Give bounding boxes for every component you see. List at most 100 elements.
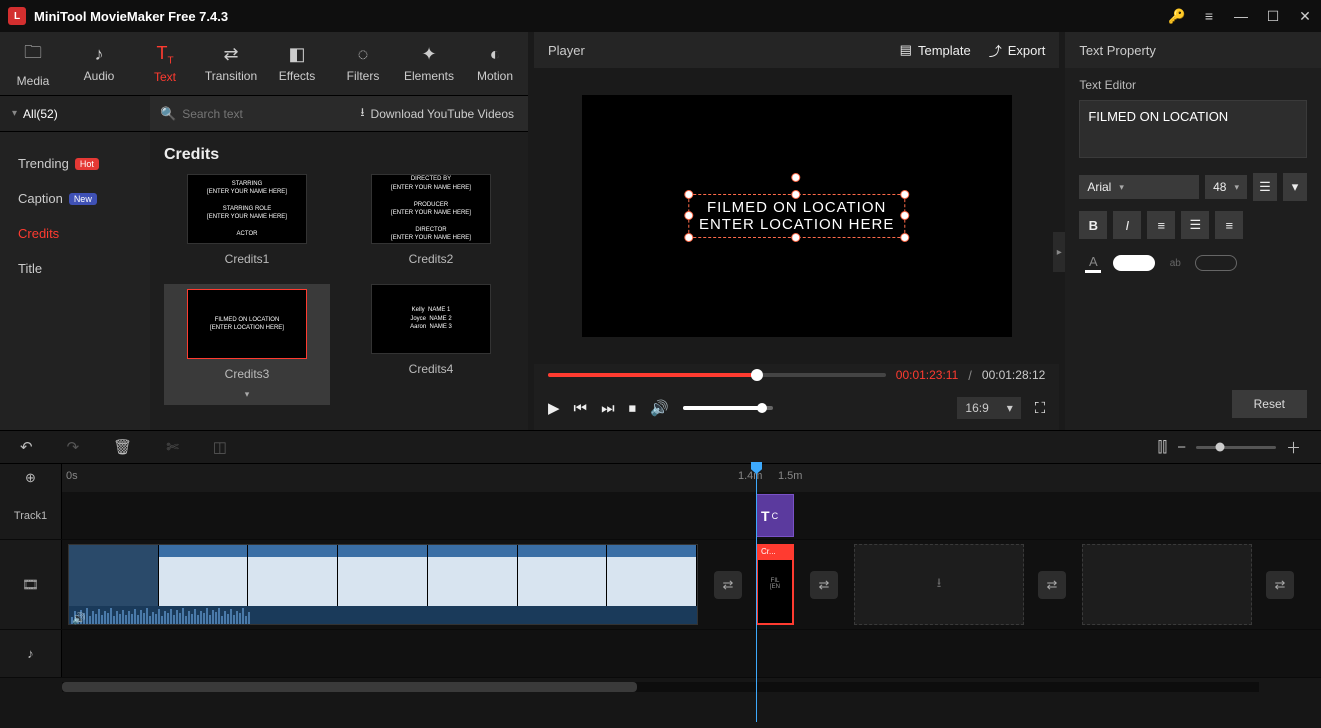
template-credits4[interactable]: Kelly NAME 1Joyce NAME 2Aaron NAME 3 Cre…	[348, 284, 514, 405]
split-button[interactable]: ✄	[166, 438, 179, 456]
library-subbar: All(52) 🔍 ⭳Download YouTube Videos	[0, 96, 528, 132]
volume-button[interactable]: 🔊	[650, 399, 669, 417]
empty-slot[interactable]	[1082, 544, 1252, 625]
close-button[interactable]: ✕	[1297, 8, 1313, 25]
resize-handle[interactable]	[900, 233, 909, 242]
audio-track-icon[interactable]: ♪	[0, 630, 62, 677]
video-clip[interactable]	[68, 544, 698, 625]
font-size-select[interactable]: 48	[1205, 175, 1247, 199]
reset-button[interactable]: Reset	[1232, 390, 1307, 418]
empty-slot[interactable]: ⭳	[854, 544, 1024, 625]
timeline-scrollbar[interactable]	[62, 682, 1259, 692]
transition-slot[interactable]: ⇄	[1266, 571, 1294, 599]
cat-title[interactable]: Title	[0, 251, 150, 286]
delete-button[interactable]: 🗑	[113, 438, 132, 456]
export-icon: ⤴	[989, 41, 1002, 60]
tab-effects[interactable]: ◧Effects	[264, 32, 330, 95]
menu-icon[interactable]: ≡	[1201, 8, 1217, 24]
text-track: Track1 TC	[0, 492, 1321, 540]
text-clip[interactable]: TC	[756, 494, 794, 537]
download-youtube-button[interactable]: ⭳Download YouTube Videos	[346, 103, 528, 124]
bold-button[interactable]: B	[1079, 211, 1107, 239]
template-credits2[interactable]: DIRECTED BY[ENTER YOUR NAME HERE]PRODUCE…	[348, 174, 514, 266]
add-track-button[interactable]: ⊕	[0, 464, 62, 492]
search-input[interactable]	[182, 107, 302, 121]
collapse-panel-button[interactable]: ▸	[1053, 232, 1065, 272]
crop-button[interactable]: ◫	[213, 438, 227, 456]
template-button[interactable]: ▤Template	[900, 42, 971, 58]
align-center-button[interactable]: ☰	[1181, 211, 1209, 239]
credits-clip[interactable]: Cr... FIL[EN	[756, 544, 794, 625]
fit-timeline-button[interactable]: ⫿⫿	[1158, 439, 1168, 456]
highlight-color-swatch[interactable]	[1195, 255, 1237, 271]
highlight-color-button[interactable]: ab	[1161, 249, 1189, 277]
resize-handle[interactable]	[684, 190, 693, 199]
text-content-input[interactable]	[1079, 100, 1307, 158]
playhead[interactable]	[756, 464, 757, 722]
key-icon[interactable]: 🔑	[1169, 8, 1185, 25]
rotate-handle[interactable]	[792, 173, 801, 182]
aspect-dropdown[interactable]: 16:9▾	[957, 397, 1020, 419]
text-color-swatch[interactable]	[1113, 255, 1155, 271]
transition-slot[interactable]: ⇄	[1038, 571, 1066, 599]
cat-credits[interactable]: Credits	[0, 216, 150, 251]
category-all-dropdown[interactable]: All(52)	[0, 96, 150, 131]
align-right-button[interactable]: ≡	[1215, 211, 1243, 239]
tab-audio[interactable]: ♪Audio	[66, 32, 132, 95]
tab-motion[interactable]: ◐Motion	[462, 32, 528, 95]
zoom-in-button[interactable]: ＋	[1286, 437, 1301, 458]
scrub-track[interactable]	[548, 373, 886, 377]
scrub-knob[interactable]	[751, 369, 763, 381]
resize-handle[interactable]	[792, 190, 801, 199]
cat-trending[interactable]: TrendingHot	[0, 146, 150, 181]
time-total: 00:01:28:12	[982, 368, 1045, 382]
module-tabbar: 🗀Media ♪Audio TTText ⇄Transition ◧Effect…	[0, 32, 528, 96]
time-current: 00:01:23:11	[896, 368, 959, 382]
resize-handle[interactable]	[900, 190, 909, 199]
resize-handle[interactable]	[684, 211, 693, 220]
tab-text[interactable]: TTText	[132, 32, 198, 95]
video-track-icon[interactable]: 🎞	[0, 540, 62, 629]
transition-icon: ⇄	[223, 44, 238, 65]
clip-volume-icon[interactable]: 🔊	[72, 612, 86, 625]
redo-button[interactable]: ↷	[67, 438, 80, 456]
resize-handle[interactable]	[792, 233, 801, 242]
transition-slot[interactable]: ⇄	[714, 571, 742, 599]
stop-button[interactable]: ⏹	[629, 400, 637, 417]
align-left-button[interactable]: ≡	[1147, 211, 1175, 239]
italic-button[interactable]: I	[1113, 211, 1141, 239]
preview-canvas[interactable]: FILMED ON LOCATION ENTER LOCATION HERE	[582, 95, 1012, 337]
track-label[interactable]: Track1	[0, 492, 62, 539]
tab-media[interactable]: 🗀Media	[0, 32, 66, 95]
zoom-out-button[interactable]: −	[1177, 439, 1186, 456]
next-button[interactable]: ⏭	[601, 400, 615, 417]
maximize-button[interactable]: ☐	[1265, 8, 1281, 25]
resize-handle[interactable]	[684, 233, 693, 242]
minimize-button[interactable]: —	[1233, 8, 1249, 24]
tab-elements[interactable]: ✦Elements	[396, 32, 462, 95]
text-icon: TT	[156, 43, 173, 67]
volume-slider[interactable]	[683, 406, 773, 410]
property-title: Text Property	[1065, 32, 1321, 68]
line-height-button[interactable]: ☰	[1253, 173, 1277, 201]
play-button[interactable]: ▶	[548, 399, 560, 417]
font-family-select[interactable]: Arial	[1079, 175, 1199, 199]
timeline: ⊕ 0s 1.4m 1.5m Track1 TC 🎞 🔊 ⇄	[0, 464, 1321, 728]
export-button[interactable]: ⤴Export	[989, 41, 1046, 60]
template-credits3[interactable]: FILMED ON LOCATION[ENTER LOCATION HERE] …	[164, 284, 330, 405]
more-options-button[interactable]: ▾	[1283, 173, 1307, 201]
fullscreen-button[interactable]: ⛶	[1035, 400, 1046, 417]
text-overlay[interactable]: FILMED ON LOCATION ENTER LOCATION HERE	[688, 194, 905, 238]
text-color-button[interactable]: A	[1079, 249, 1107, 277]
tab-filters[interactable]: ◌Filters	[330, 32, 396, 95]
cat-caption[interactable]: CaptionNew	[0, 181, 150, 216]
undo-button[interactable]: ↶	[20, 438, 33, 456]
zoom-slider[interactable]	[1196, 446, 1276, 449]
transition-slot[interactable]: ⇄	[810, 571, 838, 599]
prev-button[interactable]: ⏮	[574, 400, 588, 417]
tab-transition[interactable]: ⇄Transition	[198, 32, 264, 95]
audio-track: ♪	[0, 630, 1321, 678]
time-ruler[interactable]: 0s 1.4m 1.5m	[62, 464, 1321, 492]
resize-handle[interactable]	[900, 211, 909, 220]
template-credits1[interactable]: STARRING[ENTER YOUR NAME HERE]STARRING R…	[164, 174, 330, 266]
